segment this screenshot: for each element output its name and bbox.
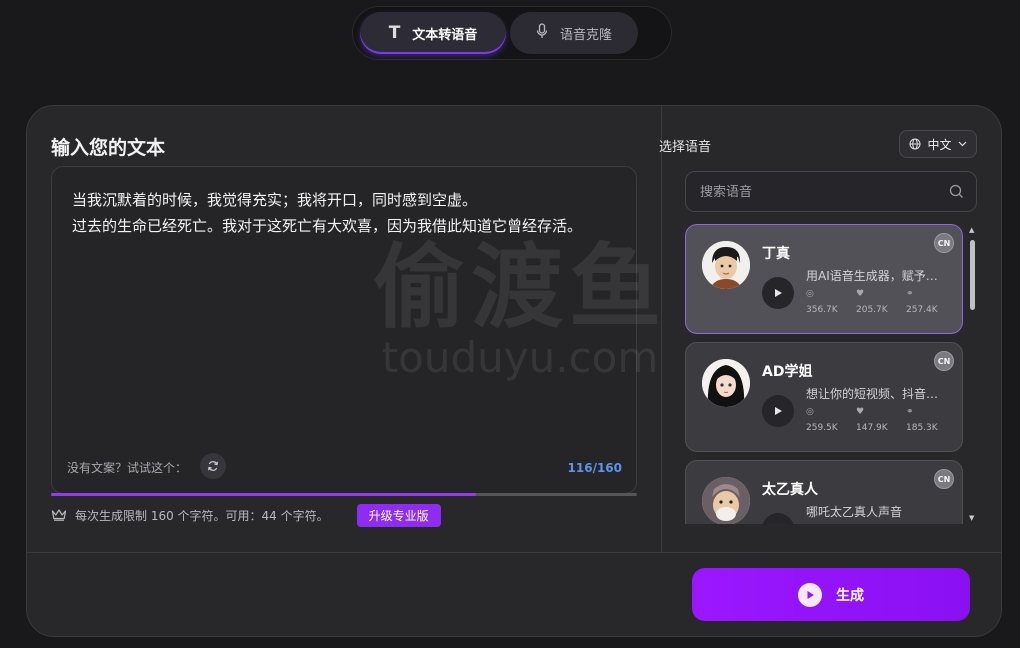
sample-hint: 没有文案？试试这个：	[67, 461, 188, 475]
chevron-down-icon	[958, 141, 966, 147]
footer-divider	[27, 552, 1001, 553]
tab-text-to-speech[interactable]: T 文本转语音	[360, 12, 506, 54]
text-icon: T	[388, 23, 401, 43]
tab-label: 语音克隆	[559, 27, 612, 43]
tab-voice-clone[interactable]: 语音克隆	[510, 12, 638, 54]
play-button[interactable]	[762, 513, 794, 524]
language-badge: CN	[934, 469, 954, 489]
input-title: 输入您的文本	[51, 137, 166, 159]
refresh-sample-button[interactable]	[200, 453, 226, 479]
main-card: 输入您的文本 当我沉默着的时候，我觉得充实；我将开口，同时感到空虚。 过去的生命…	[26, 105, 1002, 637]
uses-icon: ⚭	[906, 407, 914, 417]
voice-description: 用AI语音生成器，赋予你…	[806, 269, 948, 283]
generate-label: 生成	[836, 587, 864, 604]
microphone-icon	[536, 23, 548, 43]
uses-count: 185.3K	[906, 423, 938, 433]
scroll-down-arrow-icon[interactable]: ▼	[969, 514, 974, 522]
likes-icon: ♥	[856, 289, 865, 299]
voice-stats: ◎ 356.7K ♥ 205.7K ⚭ 257.4K	[806, 288, 956, 315]
voice-stats: ◎ 259.5K ♥ 147.9K ⚭ 185.3K	[806, 406, 956, 433]
input-text[interactable]: 当我沉默着的时候，我觉得充实；我将开口，同时感到空虚。 过去的生命已经死亡。我对…	[72, 187, 602, 239]
limit-row: 每次生成限制 160 个字符。可用：44 个字符。 升级专业版	[51, 504, 441, 527]
panel-divider	[661, 106, 662, 552]
uses-icon: ⚭	[906, 289, 914, 299]
play-button[interactable]	[762, 395, 794, 427]
likes-count: 147.9K	[856, 423, 888, 433]
voice-description: 想让你的短视频、抖音内…	[806, 387, 948, 401]
voice-select-label: 选择语音	[659, 140, 712, 155]
voice-description: 哪吒太乙真人声音	[806, 505, 903, 519]
voice-list: 丁真 CN 用AI语音生成器，赋予你… ◎ 356.7K ♥ 205.7K ⚭ 257…	[685, 224, 965, 524]
voice-card-ad-xuejie[interactable]: AD学姐 CN 想让你的短视频、抖音内… ◎ 259.5K ♥ 147.9K ⚭ 18…	[685, 342, 963, 452]
play-circle-icon	[798, 582, 822, 607]
plays-count: 259.5K	[806, 423, 838, 433]
uses-count: 257.4K	[906, 305, 938, 315]
text-input-area[interactable]: 当我沉默着的时候，我觉得充实；我将开口，同时感到空虚。 过去的生命已经死亡。我对…	[51, 166, 637, 494]
voice-name: 太乙真人	[762, 482, 818, 498]
voice-name: AD学姐	[762, 364, 813, 380]
avatar	[702, 477, 750, 524]
avatar	[702, 241, 750, 289]
likes-count: 205.7K	[856, 305, 888, 315]
generate-button[interactable]: 生成	[692, 568, 970, 621]
search-icon[interactable]	[949, 184, 964, 199]
language-value: 中文	[927, 137, 952, 152]
language-badge: CN	[934, 351, 954, 371]
voice-list-scrollbar[interactable]: ▲ ▼	[969, 226, 977, 522]
language-select[interactable]: 中文	[899, 130, 977, 158]
tab-label: 文本转语音	[412, 27, 478, 43]
char-counter: 116/160	[567, 461, 622, 475]
scroll-up-arrow-icon[interactable]: ▲	[969, 226, 974, 234]
char-progress-fill	[51, 493, 476, 496]
limit-text: 每次生成限制 160 个字符。可用：44 个字符。	[75, 509, 329, 523]
globe-icon	[909, 138, 921, 150]
avatar	[702, 359, 750, 407]
voice-card-taiyi[interactable]: 太乙真人 CN 哪吒太乙真人声音	[685, 460, 963, 524]
plays-count: 356.7K	[806, 305, 838, 315]
voice-search-input[interactable]	[700, 182, 930, 202]
play-icon	[775, 289, 782, 297]
upgrade-button[interactable]: 升级专业版	[356, 504, 441, 527]
play-button[interactable]	[762, 277, 794, 309]
voice-card-dingzhen[interactable]: 丁真 CN 用AI语音生成器，赋予你… ◎ 356.7K ♥ 205.7K ⚭ 257…	[685, 224, 963, 334]
scroll-thumb[interactable]	[970, 240, 975, 310]
plays-icon: ◎	[806, 407, 814, 417]
mode-tabs: T 文本转语音 语音克隆	[352, 6, 672, 60]
language-badge: CN	[934, 233, 954, 253]
refresh-icon	[208, 461, 218, 471]
crown-icon	[51, 508, 67, 524]
likes-icon: ♥	[856, 407, 865, 417]
plays-icon: ◎	[806, 289, 814, 299]
voice-search-box[interactable]	[685, 171, 977, 212]
voice-name: 丁真	[762, 246, 790, 262]
char-progress-bar	[51, 493, 637, 496]
play-icon	[775, 407, 782, 415]
